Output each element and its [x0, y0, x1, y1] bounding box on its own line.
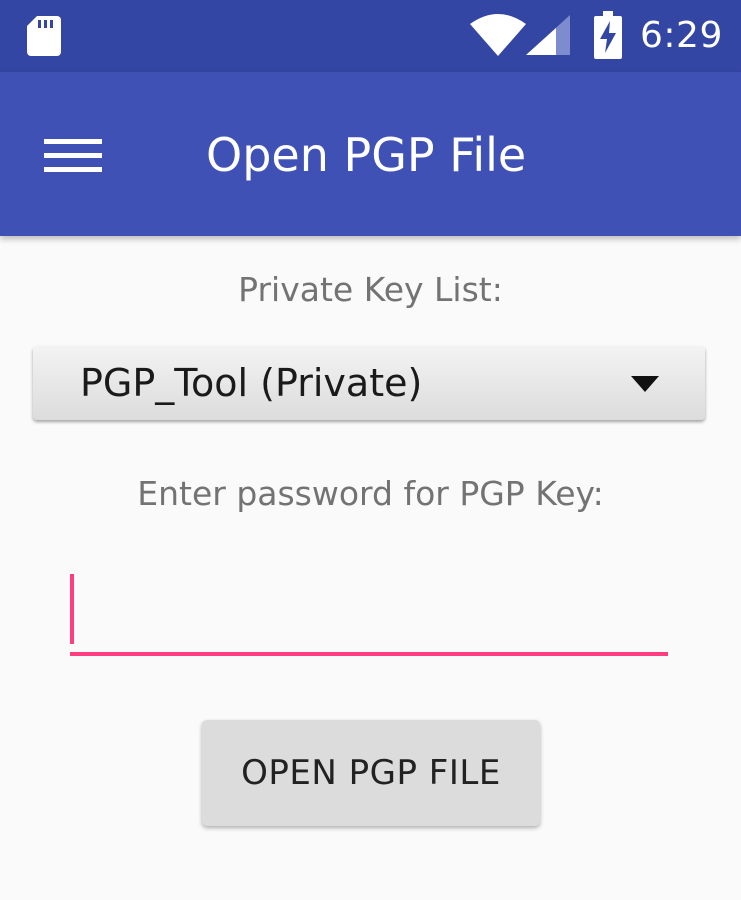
- password-underline: [70, 652, 668, 656]
- battery-charging-icon: [594, 11, 622, 59]
- password-input[interactable]: [70, 572, 668, 658]
- private-key-dropdown[interactable]: PGP_Tool (Private): [33, 346, 705, 420]
- sd-card-icon: [27, 16, 61, 56]
- key-list-label: Private Key List:: [238, 270, 503, 309]
- open-pgp-file-button[interactable]: OPEN PGP FILE: [202, 720, 540, 826]
- menu-icon[interactable]: [40, 132, 104, 180]
- page-title: Open PGP File: [206, 128, 527, 182]
- wifi-icon: [470, 14, 526, 56]
- dropdown-arrow-icon: [631, 376, 659, 392]
- password-label: Enter password for PGP Key:: [137, 474, 604, 513]
- app-bar: Open PGP File: [0, 72, 741, 236]
- text-caret: [70, 574, 74, 644]
- selected-key-value: PGP_Tool (Private): [80, 361, 423, 405]
- signal-icon: [526, 15, 570, 55]
- status-clock: 6:29: [640, 15, 723, 56]
- status-bar: 6:29: [0, 0, 741, 72]
- main-content: Private Key List: PGP_Tool (Private) Ent…: [0, 236, 741, 900]
